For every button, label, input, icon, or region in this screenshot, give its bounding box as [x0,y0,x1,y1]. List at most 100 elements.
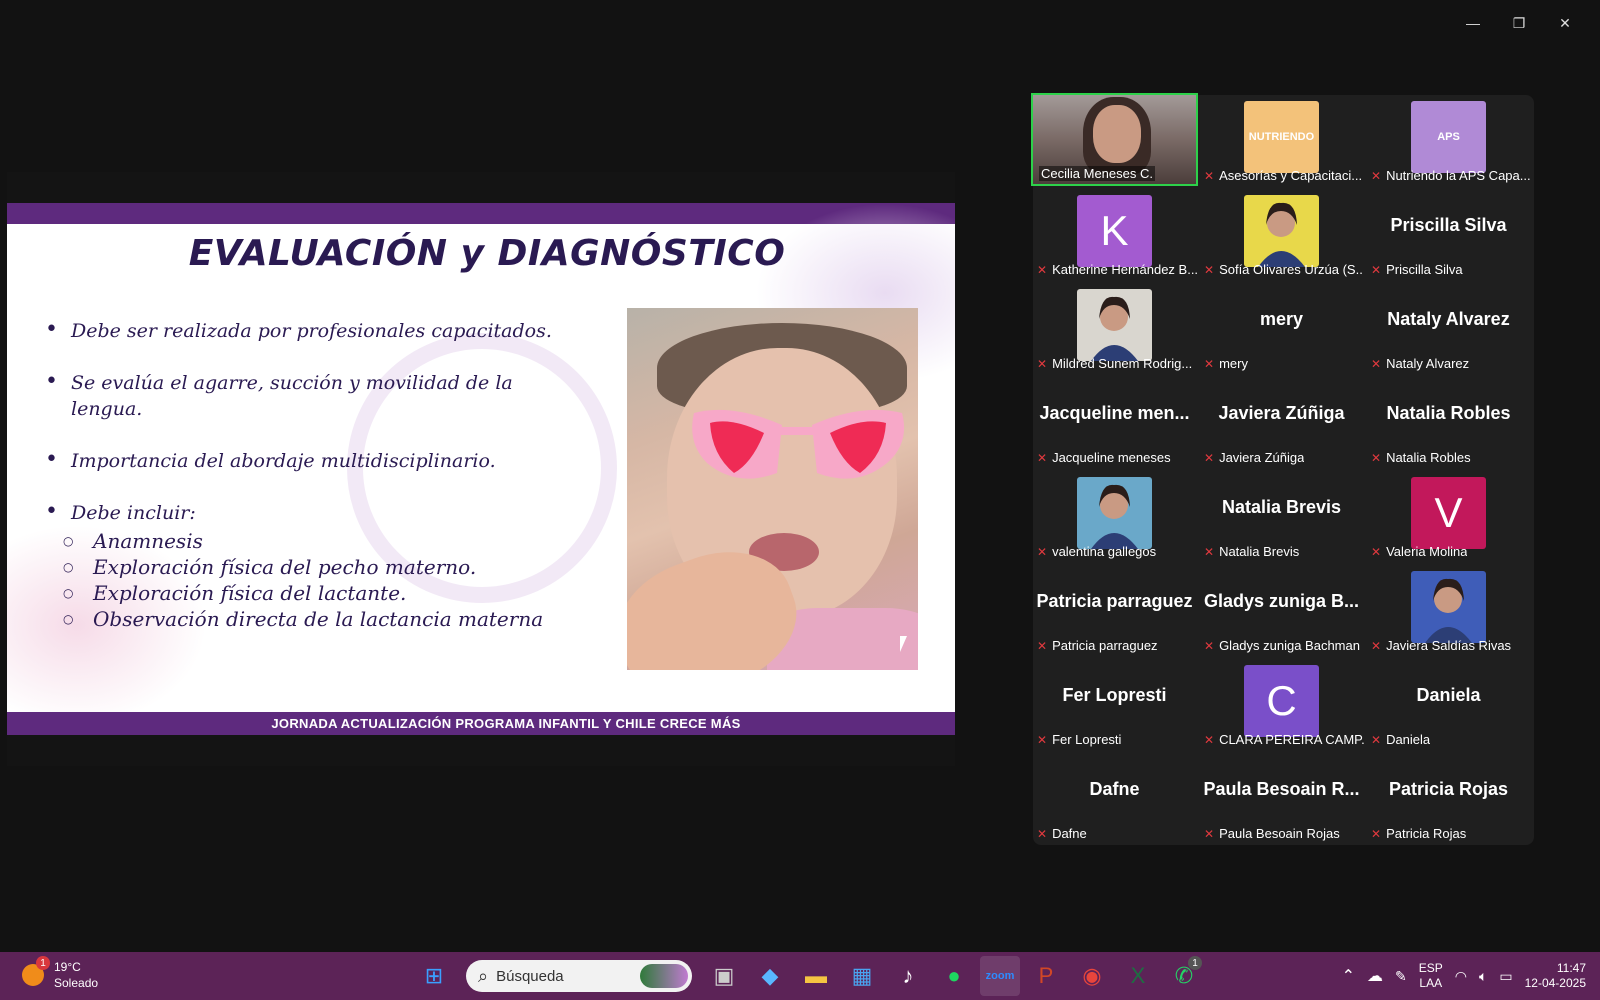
muted-mic-icon: ✕ [1037,544,1048,559]
bullet-item: Importancia del abordaje multidisciplina… [45,447,585,474]
participant-name: Cecilia Meneses C. [1041,166,1153,181]
participant-name: mery [1219,356,1248,371]
restore-button[interactable]: ❐ [1496,8,1542,38]
participant-name-label: ✕ Javiera Saldías Rivas [1371,638,1511,653]
participant-tile[interactable]: Dafne ✕ Dafne [1031,751,1198,844]
chrome-icon[interactable]: ◉ [1072,956,1112,996]
taskbar-search-box[interactable]: ⌕ Búsqueda [466,960,692,992]
muted-mic-icon: ✕ [1037,450,1048,465]
bullet-item: Debe incluir: Anamnesis Exploración físi… [45,499,585,632]
participant-tile[interactable]: Javiera Zúñiga ✕ Javiera Zúñiga [1198,375,1365,468]
spotify-icon[interactable]: ● [934,956,974,996]
sub-bullet-item: Observación directa de la lactancia mate… [63,606,585,632]
person-icon [1091,484,1138,549]
participant-name-label: ✕ Dafne [1037,826,1087,841]
participant-name-label: ✕ Asesorías y Capacitaci... [1204,168,1362,183]
zoom-icon[interactable]: zoom [980,956,1020,996]
participant-tile[interactable]: Patricia parraguez ✕ Patricia parraguez [1031,563,1198,656]
participant-name-label: ✕ Sofía Olivares Urzúa (S... [1204,262,1364,277]
participant-tile[interactable]: APS ✕ Nutriendo la APS Capa... [1365,93,1532,186]
chevron-up-icon[interactable]: ⌃ [1342,966,1355,986]
participant-name: Priscilla Silva [1386,262,1463,277]
close-button[interactable]: ✕ [1542,8,1588,38]
windows-start-icon[interactable]: ⊞ [414,956,454,996]
participant-tile[interactable]: ✕ Mildred Sunem Rodrig... [1031,281,1198,374]
bullet-text: Debe incluir: [71,502,196,524]
participant-name-label: ✕ valentina gallegos [1037,544,1156,559]
participant-name: Paula Besoain Rojas [1219,826,1340,841]
participant-name: Asesorías y Capacitaci... [1219,168,1363,183]
participant-tile[interactable]: Jacqueline men... ✕ Jacqueline meneses [1031,375,1198,468]
participant-tile[interactable]: Paula Besoain R... ✕ Paula Besoain Rojas [1198,751,1365,844]
participant-tile[interactable]: ✕ valentina gallegos [1031,469,1198,562]
participant-display-name: Jacqueline men... [1039,403,1190,423]
slide-title: EVALUACIÓN y DIAGNÓSTICO [188,233,786,274]
weather-temp: 19°C [54,960,81,974]
participant-name: Katherine Hernández B... [1052,262,1197,277]
clock-time: 11:47 [1556,961,1586,975]
participant-tile[interactable]: C ✕ CLARA PEREIRA CAMP... [1198,657,1365,750]
participant-name-label: ✕ Nataly Alvarez [1371,356,1469,371]
participant-tile[interactable]: Natalia Robles ✕ Natalia Robles [1365,375,1532,468]
clock-date: 12-04-2025 [1524,976,1586,990]
participant-display-name: Dafne [1089,779,1140,799]
weather-widget[interactable]: 1 19°C Soleado [22,956,98,991]
person-icon [1425,578,1472,643]
participant-tile[interactable]: Natalia Brevis ✕ Natalia Brevis [1198,469,1365,562]
muted-mic-icon: ✕ [1371,732,1382,747]
participant-name: Mildred Sunem Rodrig... [1052,356,1193,371]
taskbar: 1 19°C Soleado ⊞ ⌕ Búsqueda ▣ ◆ ▬ ▦ ♪ ● zoom P ◉ X ✆ 1… [0,952,1600,1000]
sub-bullet-item: Exploración física del lactante. [63,580,585,606]
microsoft-store-icon[interactable]: ▦ [842,956,882,996]
heart-glasses-icon [692,409,905,479]
participant-name: CLARA PEREIRA CAMP... [1219,732,1364,747]
participant-tile[interactable]: Cecilia Meneses C. [1031,93,1198,186]
tiktok-icon[interactable]: ♪ [888,956,928,996]
slide-bullets: Debe ser realizada por profesionales cap… [45,317,585,632]
muted-mic-icon: ✕ [1037,732,1048,747]
participant-display-name: Nataly Alvarez [1387,309,1510,329]
participant-tile[interactable]: Patricia Rojas ✕ Patricia Rojas [1365,751,1532,844]
participant-tile[interactable]: mery ✕ mery [1198,281,1365,374]
copilot-icon[interactable]: ◆ [750,956,790,996]
language-indicator[interactable]: ESP LAA [1419,961,1443,991]
battery-icon[interactable]: ▭ [1499,968,1512,985]
powerpoint-icon[interactable]: P [1026,956,1066,996]
taskbar-apps: ⊞ ⌕ Búsqueda ▣ ◆ ▬ ▦ ♪ ● zoom P ◉ X ✆ 1 [414,956,1204,996]
participant-tile[interactable]: NUTRIENDO ✕ Asesorías y Capacitaci... [1198,93,1365,186]
muted-mic-icon: ✕ [1204,544,1215,559]
pen-icon[interactable]: ✎ [1395,968,1407,985]
participant-name-label: Cecilia Meneses C. [1039,166,1155,181]
clock[interactable]: 11:47 12-04-2025 [1525,961,1586,991]
minimize-button[interactable]: — [1450,8,1496,38]
participant-tile[interactable]: Gladys zuniga B... ✕ Gladys zuniga Bachman [1198,563,1365,656]
muted-mic-icon: ✕ [1037,262,1048,277]
participant-tile[interactable]: ✕ Sofía Olivares Urzúa (S... [1198,187,1365,280]
participant-name-label: ✕ Nutriendo la APS Capa... [1371,168,1531,183]
file-explorer-icon[interactable]: ▬ [796,956,836,996]
avatar: V [1411,477,1486,549]
shared-screen: EVALUACIÓN y DIAGNÓSTICO Debe ser realiz… [7,172,955,766]
participant-tile[interactable]: Fer Lopresti ✕ Fer Lopresti [1031,657,1198,750]
sub-bullet-item: Exploración física del pecho materno. [63,554,585,580]
participant-name-label: ✕ mery [1204,356,1248,371]
participant-tile[interactable]: Priscilla Silva ✕ Priscilla Silva [1365,187,1532,280]
participant-tile[interactable]: K ✕ Katherine Hernández B... [1031,187,1198,280]
muted-mic-icon: ✕ [1204,732,1215,747]
participant-tile[interactable]: V ✕ Valeria Molina [1365,469,1532,562]
onedrive-icon[interactable]: ☁ [1367,966,1383,986]
task-view-icon[interactable]: ▣ [704,956,744,996]
excel-icon[interactable]: X [1118,956,1158,996]
volume-icon[interactable]: 🔈︎ [1479,968,1487,985]
tiktok-glyph: ♪ [902,963,914,988]
wifi-icon[interactable]: ◠ [1455,968,1467,985]
participant-display-name: Javiera Zúñiga [1218,403,1345,423]
whatsapp-icon[interactable]: ✆ 1 [1164,956,1204,996]
copilot-glyph: ◆ [761,963,779,988]
keyboard-layout: LAA [1419,976,1443,990]
participant-tile[interactable]: Daniela ✕ Daniela [1365,657,1532,750]
participant-tile[interactable]: ✕ Javiera Saldías Rivas [1365,563,1532,656]
participant-name: Jacqueline meneses [1052,450,1171,465]
participant-name: Natalia Robles [1386,450,1471,465]
participant-tile[interactable]: Nataly Alvarez ✕ Nataly Alvarez [1365,281,1532,374]
